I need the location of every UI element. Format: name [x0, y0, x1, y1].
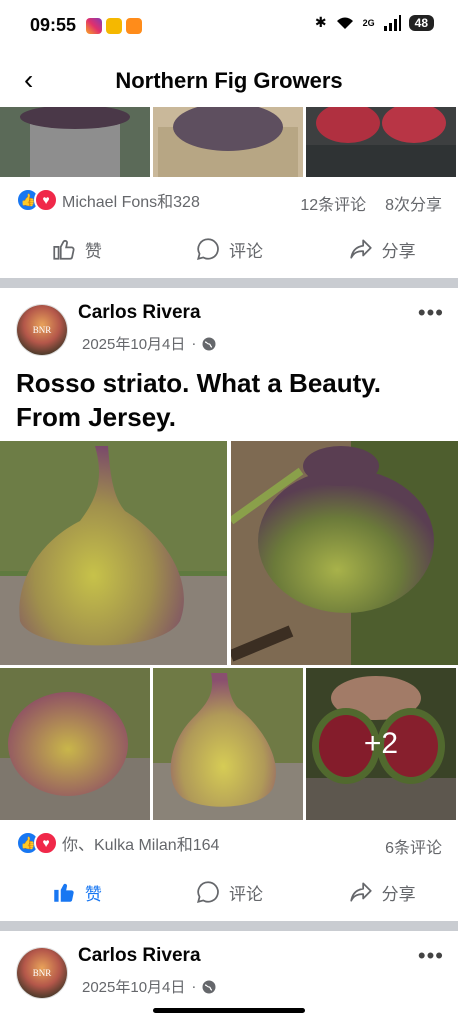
avatar[interactable]: BNR: [16, 947, 68, 999]
separator-dot: ·: [191, 978, 197, 995]
share-label: 分享: [381, 884, 416, 904]
post-separator: [0, 278, 458, 288]
status-bar: 09:55 ✱ 2G 48: [0, 0, 458, 52]
post1-actions: 赞 评论 分享: [0, 227, 458, 271]
wifi-icon: [336, 17, 353, 29]
post2-comments[interactable]: 6条评论: [385, 834, 442, 858]
separator-dot: ·: [191, 335, 197, 352]
globe-icon: [202, 337, 216, 350]
post2-reactions[interactable]: 👍 ♥ 你、Kulka Milan和164: [16, 831, 219, 855]
post2-photo-2[interactable]: [231, 441, 458, 665]
post1-photo-1[interactable]: [0, 107, 150, 177]
post1-shares[interactable]: 8次分享: [385, 197, 442, 214]
post1-photo-2[interactable]: [153, 107, 303, 177]
thumbs-up-filled-icon: [54, 883, 74, 902]
post2-share-button[interactable]: 分享: [305, 870, 458, 914]
share-icon: [350, 239, 372, 259]
post2-actions: 赞 评论 分享: [0, 870, 458, 914]
group-title: Northern Fig Growers: [115, 68, 343, 93]
avatar-text: BNR: [33, 968, 52, 978]
post1-photo-3[interactable]: [306, 107, 456, 177]
post1-comments[interactable]: 12条评论: [300, 197, 366, 214]
post3-date-row: 2025年10月4日 ·: [82, 976, 216, 997]
status-app-icons: [86, 18, 142, 34]
post2-author[interactable]: Carlos Rivera: [78, 302, 201, 324]
post2-photo-1[interactable]: [0, 441, 227, 665]
more-photos-overlay[interactable]: +2: [306, 668, 456, 820]
comment-label: 评论: [229, 241, 263, 261]
share-icon: [350, 882, 372, 902]
thumbs-up-icon: [53, 240, 75, 260]
avatar-text: BNR: [33, 325, 52, 335]
avatar[interactable]: BNR: [16, 304, 68, 356]
instagram-icon: [86, 18, 102, 34]
bluetooth-icon: ✱: [314, 14, 327, 30]
post2-reactors: 你、Kulka Milan和164: [62, 837, 220, 854]
post3-more-options-icon[interactable]: •••: [418, 943, 444, 969]
signal-icon: [383, 14, 401, 31]
post2-photo-3[interactable]: [0, 668, 150, 820]
post1-share-button[interactable]: 分享: [305, 227, 458, 271]
post2-date[interactable]: 2025年10月4日: [82, 333, 185, 354]
post2-more-options-icon[interactable]: •••: [418, 300, 444, 326]
love-reaction-icon: ♥: [34, 188, 58, 212]
status-time: 09:55: [30, 15, 77, 35]
comment-label: 评论: [229, 884, 263, 904]
status-right: ✱ 2G 48: [315, 14, 434, 31]
post3-author[interactable]: Carlos Rivera: [78, 945, 201, 967]
post1-reactors: Michael Fons和328: [62, 194, 200, 211]
group-header: ‹ Northern Fig Growers: [0, 54, 458, 106]
post2-date-row: 2025年10月4日 ·: [82, 333, 216, 354]
love-reaction-icon: ♥: [34, 831, 58, 855]
post2-text: Rosso striato. What a Beauty. From Jerse…: [16, 368, 382, 432]
comment-icon: [197, 238, 219, 260]
like-label: 赞: [84, 884, 102, 904]
post1-comment-button[interactable]: 评论: [153, 227, 306, 271]
globe-icon: [202, 980, 216, 993]
like-label: 赞: [84, 241, 102, 261]
post3-date[interactable]: 2025年10月4日: [82, 976, 185, 997]
app-icon: [126, 18, 142, 34]
post2-comment-button[interactable]: 评论: [153, 870, 306, 914]
app-icon: [106, 18, 122, 34]
comment-icon: [197, 881, 219, 903]
battery-icon: 48: [408, 14, 434, 31]
home-indicator[interactable]: [153, 1008, 305, 1013]
post1-like-button[interactable]: 赞: [0, 227, 153, 271]
post2-photo-4[interactable]: [153, 668, 303, 820]
post-separator: [0, 921, 458, 931]
post1-reactions[interactable]: 👍 ♥ Michael Fons和328: [16, 188, 200, 212]
post2-like-button[interactable]: 赞: [0, 870, 153, 914]
post1-counts: 12条评论 8次分享: [300, 191, 442, 215]
share-label: 分享: [381, 241, 416, 261]
signal-label: 2G: [362, 17, 375, 28]
